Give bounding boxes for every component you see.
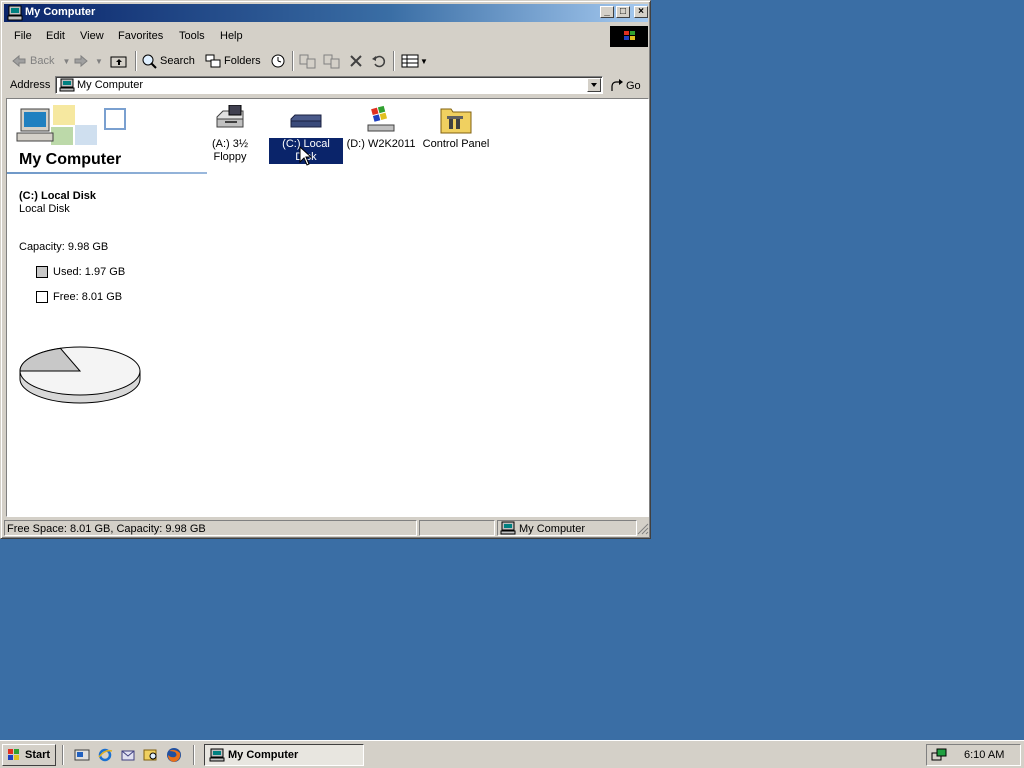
windows-flag-icon: [624, 31, 635, 40]
cd-drive-icon: [367, 105, 395, 132]
control-panel-item[interactable]: Control Panel: [419, 105, 493, 151]
menu-tools[interactable]: Tools: [179, 30, 205, 42]
toolbar-separator: [393, 51, 395, 71]
firefox-icon[interactable]: [166, 747, 182, 763]
forward-dropdown-icon[interactable]: ▼: [95, 57, 103, 66]
maximize-button[interactable]: □: [616, 6, 630, 18]
views-grid-icon: [401, 54, 419, 68]
menu-favorites[interactable]: Favorites: [118, 30, 163, 42]
status-bar: Free Space: 8.01 GB, Capacity: 9.98 GB M…: [4, 519, 649, 537]
address-field[interactable]: My Computer: [55, 76, 603, 94]
windows-logo: [610, 26, 648, 47]
free-legend-swatch: [36, 291, 48, 303]
close-button[interactable]: ×: [634, 6, 648, 18]
folders-icon: [205, 54, 221, 68]
back-dropdown-icon[interactable]: ▼: [62, 57, 70, 66]
used-legend-swatch: [36, 266, 48, 278]
up-folder-button[interactable]: [110, 51, 128, 71]
address-value: My Computer: [77, 79, 144, 91]
selected-item-name: (C:) Local Disk: [19, 190, 97, 202]
undo-icon: [372, 55, 386, 68]
move-to-button[interactable]: [299, 51, 317, 71]
status-pane-empty: [419, 520, 495, 536]
views-button[interactable]: ▼: [401, 51, 428, 71]
up-folder-icon: [110, 56, 127, 68]
address-label: Address: [10, 79, 51, 91]
menu-help[interactable]: Help: [220, 30, 243, 42]
panel-title-underline: [7, 172, 207, 174]
network-tray-icon[interactable]: [931, 747, 947, 763]
minimize-button[interactable]: _: [600, 6, 614, 18]
system-tray: 6:10 AM: [926, 744, 1021, 766]
go-arrow-icon: [611, 79, 623, 91]
forward-arrow-icon: [74, 54, 88, 68]
address-dropdown-button[interactable]: [587, 78, 601, 92]
menu-file[interactable]: File: [14, 30, 32, 42]
copy-to-icon: [323, 54, 340, 69]
search-icon: [142, 54, 157, 69]
address-bar: Address My Computer Go: [7, 75, 647, 97]
computer-icon: [209, 748, 225, 762]
internet-explorer-icon[interactable]: [97, 747, 113, 763]
taskbar: Start My Computer 6:10 AM: [0, 740, 1024, 768]
start-button[interactable]: Start: [2, 744, 56, 766]
clock[interactable]: 6:10 AM: [964, 749, 1004, 761]
explorer-search-icon[interactable]: [143, 747, 159, 763]
folders-button[interactable]: Folders: [205, 51, 261, 71]
menu-edit[interactable]: Edit: [46, 30, 65, 42]
toolbar-separator: [292, 51, 294, 71]
forward-button[interactable]: ▼: [73, 51, 103, 71]
my-computer-window: My Computer _ □ × File Edit View Favorit…: [0, 0, 651, 539]
disk-capacity: Capacity: 9.98 GB: [19, 241, 109, 253]
status-pane-info: Free Space: 8.01 GB, Capacity: 9.98 GB: [4, 520, 417, 536]
selected-item-type: Local Disk: [19, 203, 70, 215]
cd-drive-d-item[interactable]: (D:) W2K2011: [344, 105, 418, 151]
taskbar-button-my-computer[interactable]: My Computer: [204, 744, 364, 766]
disk-used: Used: 1.97 GB: [53, 266, 126, 278]
task-separator: [193, 745, 195, 765]
webview-info-panel: My Computer (C:) Local Disk Local Disk C…: [7, 99, 207, 509]
control-panel-folder-icon: [440, 108, 472, 134]
content-pane: My Computer (C:) Local Disk Local Disk C…: [6, 98, 649, 517]
delete-x-icon: [350, 55, 362, 67]
windows-flag-icon: [8, 749, 19, 760]
copy-to-button[interactable]: [323, 51, 341, 71]
search-button[interactable]: Search: [141, 51, 195, 71]
mouse-cursor-icon: [299, 146, 313, 166]
disk-free: Free: 8.01 GB: [53, 291, 123, 303]
chevron-down-icon: [591, 83, 597, 87]
back-arrow-icon: [12, 54, 26, 68]
quicklaunch-separator: [62, 745, 64, 765]
computer-icon: [500, 521, 516, 535]
computer-icon: [7, 5, 23, 21]
history-clock-icon: [271, 54, 285, 68]
floppy-drive-item[interactable]: (A:) 3½ Floppy: [207, 104, 253, 164]
panel-title: My Computer: [19, 151, 122, 168]
floppy-drive-icon: [216, 104, 244, 128]
resize-grip-icon[interactable]: [637, 523, 649, 535]
my-computer-banner-icon: [16, 105, 126, 145]
computer-icon: [59, 78, 75, 92]
go-button[interactable]: Go: [609, 77, 641, 95]
undo-button[interactable]: [371, 51, 387, 71]
standard-toolbar: Back ▼ ▼ Search Folders ▼: [7, 49, 647, 73]
menu-view[interactable]: View: [80, 30, 104, 42]
outlook-express-icon[interactable]: [120, 747, 136, 763]
toolbar-separator: [135, 51, 137, 71]
move-to-icon: [299, 54, 316, 69]
back-button[interactable]: Back ▼: [11, 51, 70, 71]
window-title: My Computer: [25, 6, 96, 18]
menu-bar: File Edit View Favorites Tools Help: [7, 27, 607, 45]
views-dropdown-icon[interactable]: ▼: [420, 57, 428, 66]
delete-button[interactable]: [348, 51, 364, 71]
history-button[interactable]: [270, 51, 286, 71]
disk-usage-pie-chart: [19, 346, 141, 404]
show-desktop-icon[interactable]: [74, 747, 90, 763]
status-pane-zone: My Computer: [497, 520, 637, 536]
hard-disk-icon: [290, 114, 322, 128]
title-bar[interactable]: My Computer _ □ ×: [4, 4, 648, 22]
